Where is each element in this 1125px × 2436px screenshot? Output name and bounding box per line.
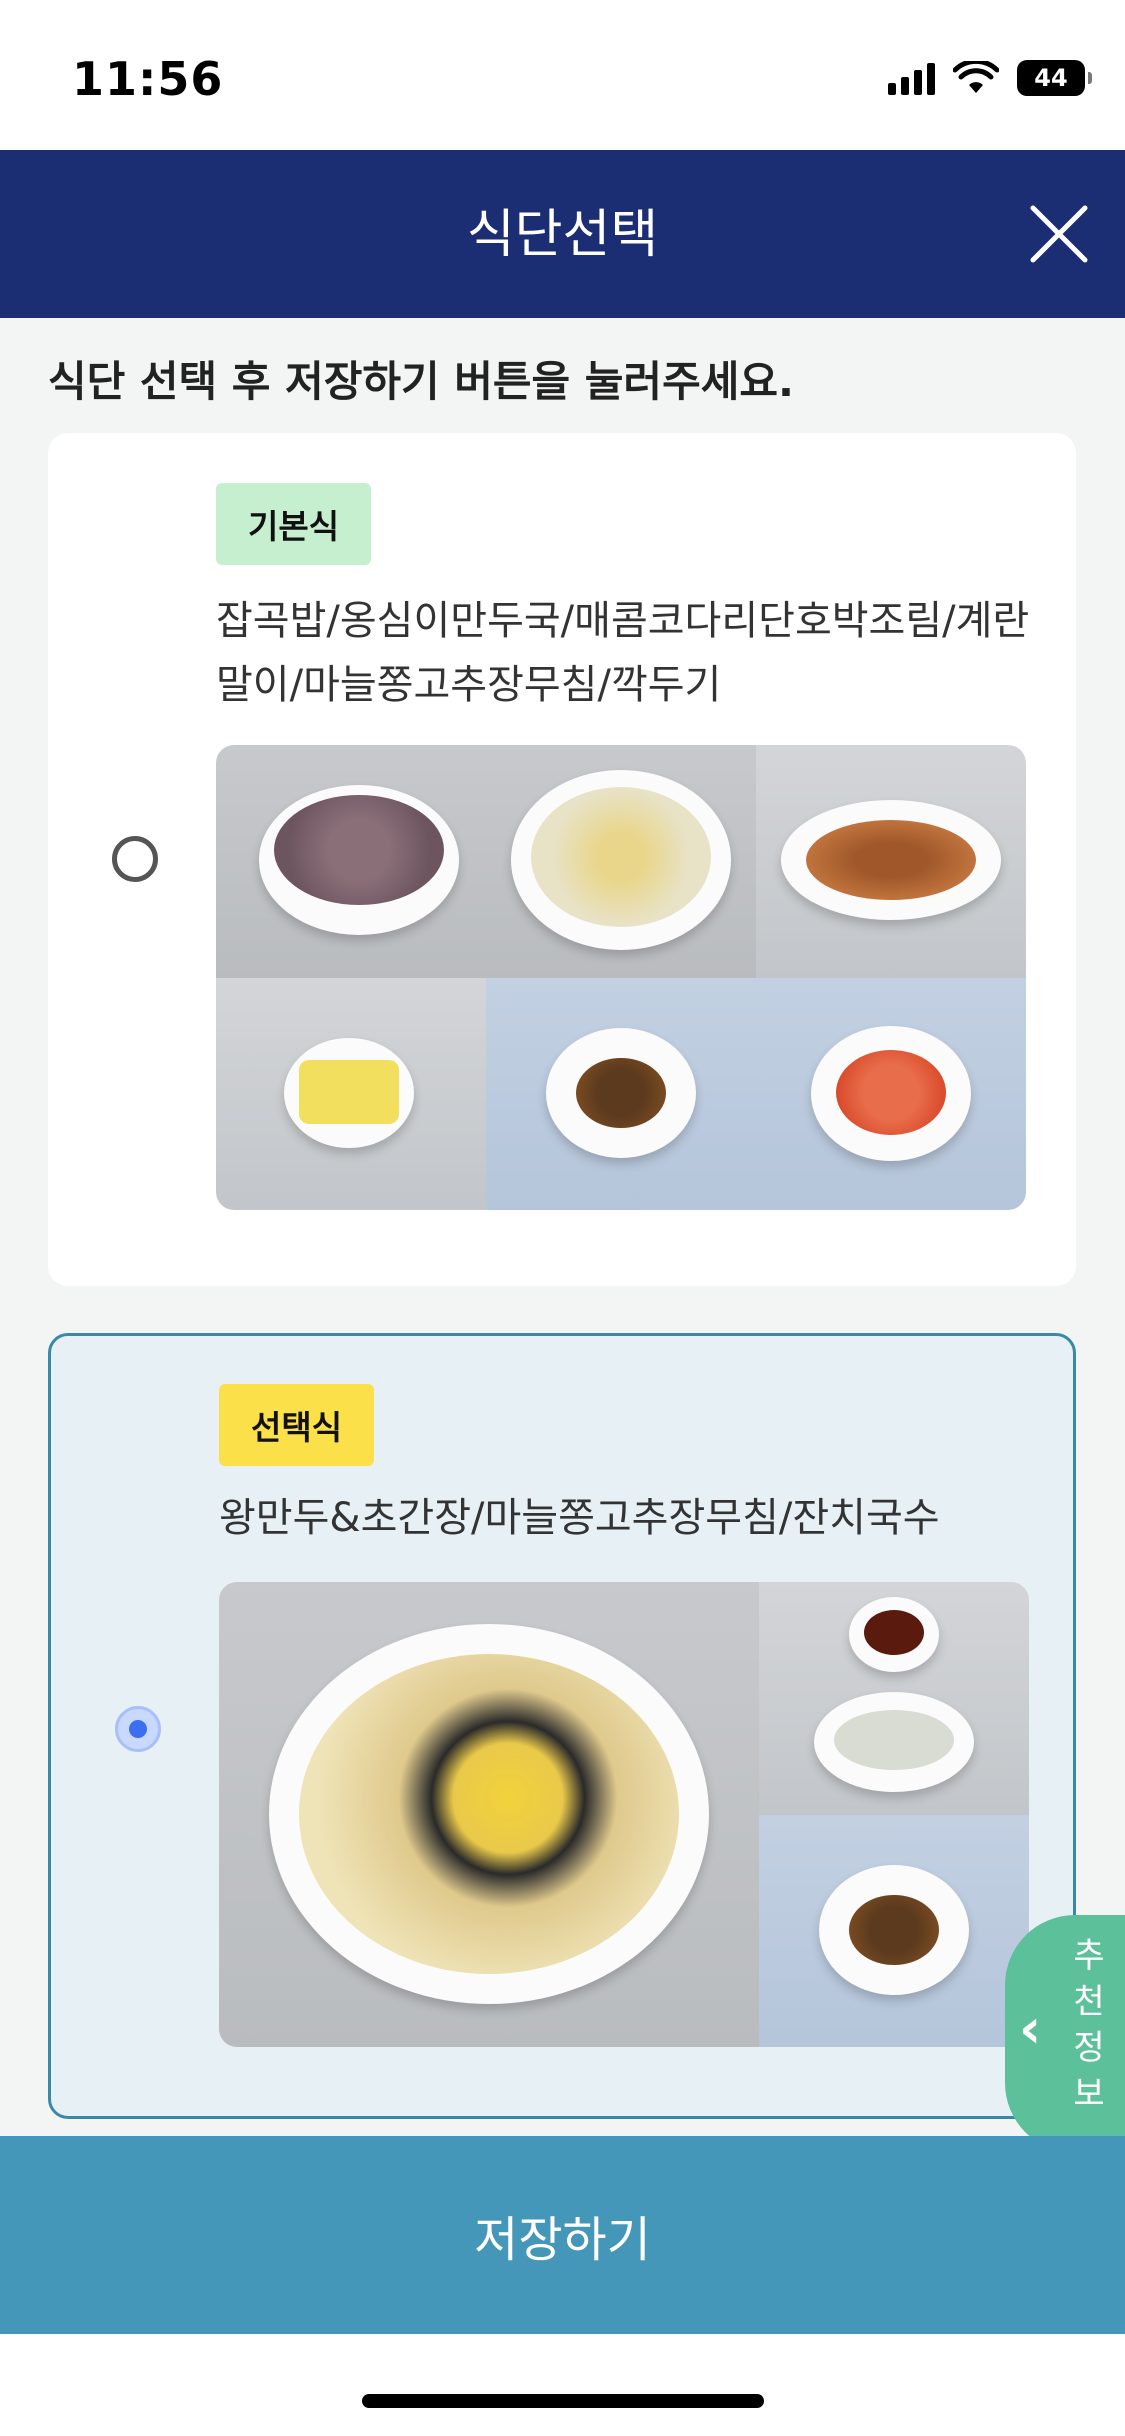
- photo-dumpling-soup: [486, 745, 756, 978]
- recommend-info-label: 추천정보: [1073, 1936, 1105, 2114]
- meal-photo-grid-choice: [219, 1582, 1029, 2047]
- recommend-info-tab[interactable]: ‹ 추천정보: [1005, 1915, 1125, 2153]
- status-icons: 44: [888, 60, 1092, 96]
- photo-kkakdugi: [756, 977, 1026, 1210]
- photo-garlic-stem-gochujang: [486, 977, 756, 1210]
- meal-menu-basic: 잡곡밥/옹심이만두국/매콤코다리단호박조림/계란말이/마늘쫑고추장무침/깍두기: [216, 598, 1030, 708]
- header-bar: 식단선택: [0, 150, 1125, 318]
- meal-badge-choice: 선택식: [219, 1384, 375, 1466]
- photo-mixed-grain-rice: [216, 745, 486, 978]
- radio-basic[interactable]: [112, 836, 158, 882]
- photo-rolled-omelette: [216, 977, 486, 1210]
- status-bar: 11:56 44: [0, 0, 1125, 150]
- status-time: 11:56: [72, 52, 224, 106]
- cellular-signal-icon: [888, 61, 935, 95]
- chevron-left-icon: ‹: [1019, 1997, 1042, 2060]
- radio-choice[interactable]: [115, 1706, 161, 1752]
- wifi-icon: [953, 61, 999, 93]
- battery-icon: 44: [1017, 60, 1092, 96]
- photo-janchi-guksu: [219, 1582, 759, 2047]
- meal-option-choice[interactable]: 선택식 왕만두&초간장/마늘쫑고추장무침/잔치국수: [48, 1333, 1076, 2119]
- photo-dumplings-soy-sauce: [759, 1582, 1029, 1815]
- meal-menu-choice: 왕만두&초간장/마늘쫑고추장무침/잔치국수: [219, 1495, 940, 1541]
- bottom-safe-area: [0, 2334, 1125, 2436]
- save-button[interactable]: 저장하기: [0, 2136, 1125, 2334]
- meal-photo-grid-basic: [216, 745, 1026, 1210]
- meal-badge-basic: 기본식: [216, 483, 372, 565]
- home-indicator: [362, 2394, 764, 2408]
- photo-garlic-stem-gochujang-2: [759, 1814, 1029, 2047]
- page-title: 식단선택: [466, 205, 659, 265]
- photo-braised-pollack-pumpkin: [756, 745, 1026, 978]
- meal-option-basic[interactable]: 기본식 잡곡밥/옹심이만두국/매콤코다리단호박조림/계란말이/마늘쫑고추장무침/…: [48, 433, 1076, 1286]
- instruction-text: 식단 선택 후 저장하기 버튼을 눌러주세요.: [48, 357, 794, 406]
- close-icon[interactable]: [1027, 202, 1091, 266]
